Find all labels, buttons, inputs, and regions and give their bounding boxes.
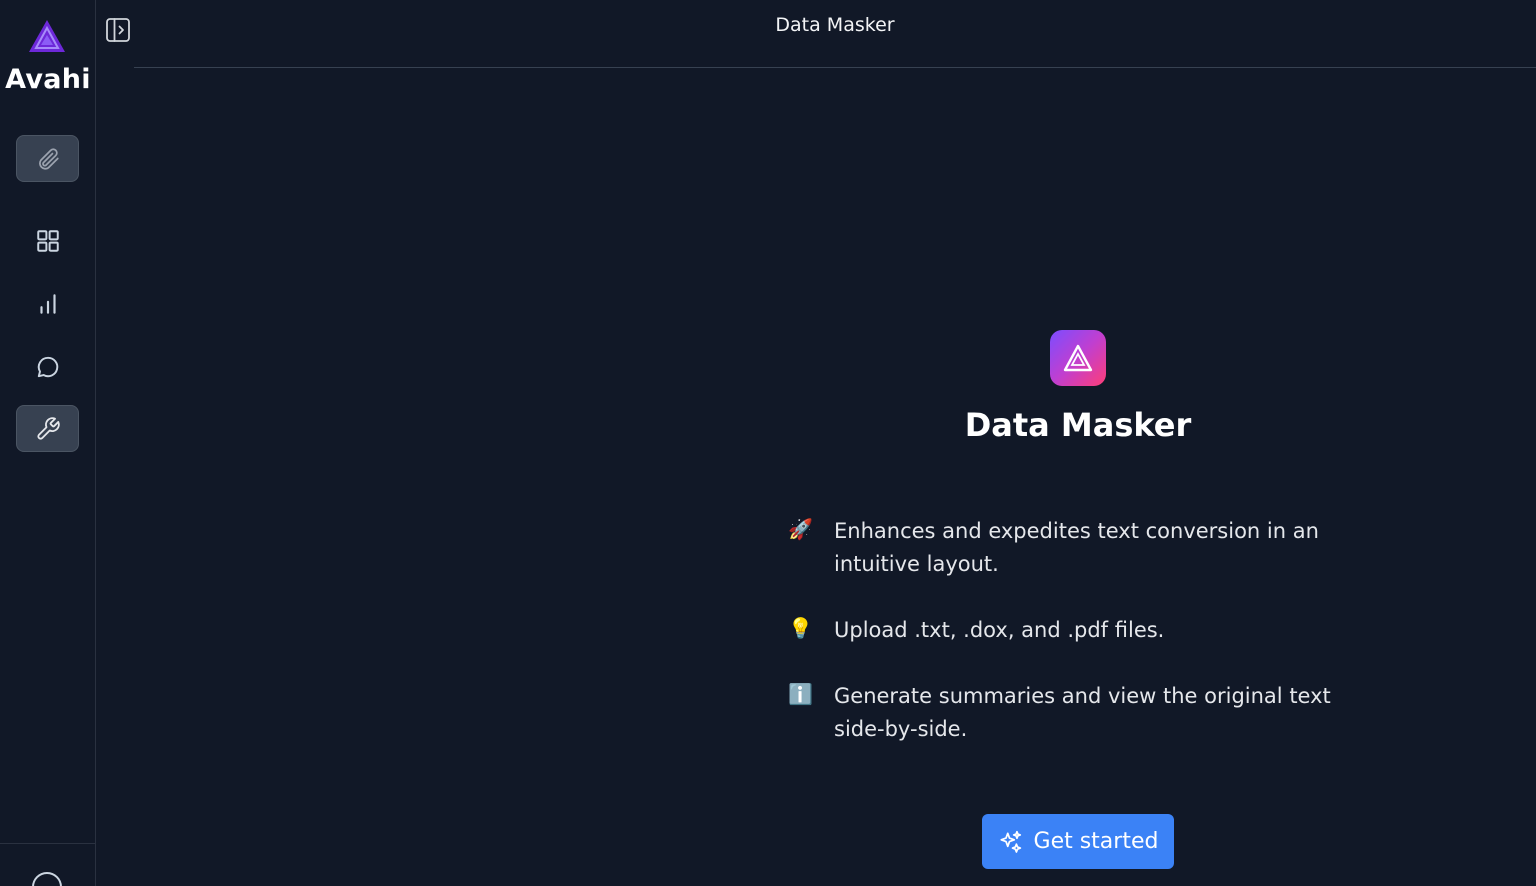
bar-chart-icon bbox=[39, 293, 56, 314]
feature-text: Enhances and expedites text conversion i… bbox=[834, 519, 1319, 576]
sidebar-item-dashboard[interactable] bbox=[16, 217, 79, 264]
list-item: 💡 Upload .txt, .dox, and .pdf files. bbox=[788, 614, 1388, 647]
avahi-logo-icon bbox=[29, 20, 65, 52]
sidebar-item-attachments[interactable] bbox=[16, 135, 79, 182]
list-item: ℹ️ Generate summaries and view the origi… bbox=[788, 680, 1388, 746]
sparkles-icon bbox=[999, 830, 1021, 853]
sidebar-divider bbox=[0, 843, 96, 844]
get-started-button[interactable]: Get started bbox=[982, 814, 1174, 869]
paperclip-icon bbox=[38, 147, 59, 170]
feature-text: Generate summaries and view the original… bbox=[834, 684, 1331, 741]
rocket-icon: 🚀 bbox=[788, 517, 813, 541]
sidebar-toggle-icon[interactable] bbox=[105, 17, 131, 43]
page-title: Data Masker bbox=[775, 14, 895, 36]
sidebar-item-tools[interactable] bbox=[16, 405, 79, 452]
header-divider bbox=[134, 67, 1536, 68]
avahi-triangle-icon bbox=[1063, 344, 1093, 372]
sidebar-item-chat[interactable] bbox=[16, 343, 79, 390]
sidebar-item-analytics[interactable] bbox=[16, 280, 79, 327]
grid-icon bbox=[36, 229, 59, 252]
wrench-icon bbox=[36, 416, 60, 440]
hero-title: Data Masker bbox=[964, 406, 1192, 444]
brand-name: Avahi bbox=[5, 64, 91, 95]
get-started-label: Get started bbox=[1033, 829, 1159, 854]
sidebar: Avahi bbox=[0, 0, 96, 886]
app-window: Avahi Data Masker Data Masker 🚀 Enhances… bbox=[0, 0, 1536, 886]
info-icon: ℹ️ bbox=[788, 682, 813, 706]
help-icon[interactable] bbox=[32, 872, 62, 886]
lightbulb-icon: 💡 bbox=[788, 616, 813, 640]
data-masker-app-icon bbox=[1050, 330, 1106, 386]
feature-text: Upload .txt, .dox, and .pdf files. bbox=[834, 618, 1165, 642]
chat-bubble-icon bbox=[37, 356, 58, 377]
list-item: 🚀 Enhances and expedites text conversion… bbox=[788, 515, 1388, 581]
